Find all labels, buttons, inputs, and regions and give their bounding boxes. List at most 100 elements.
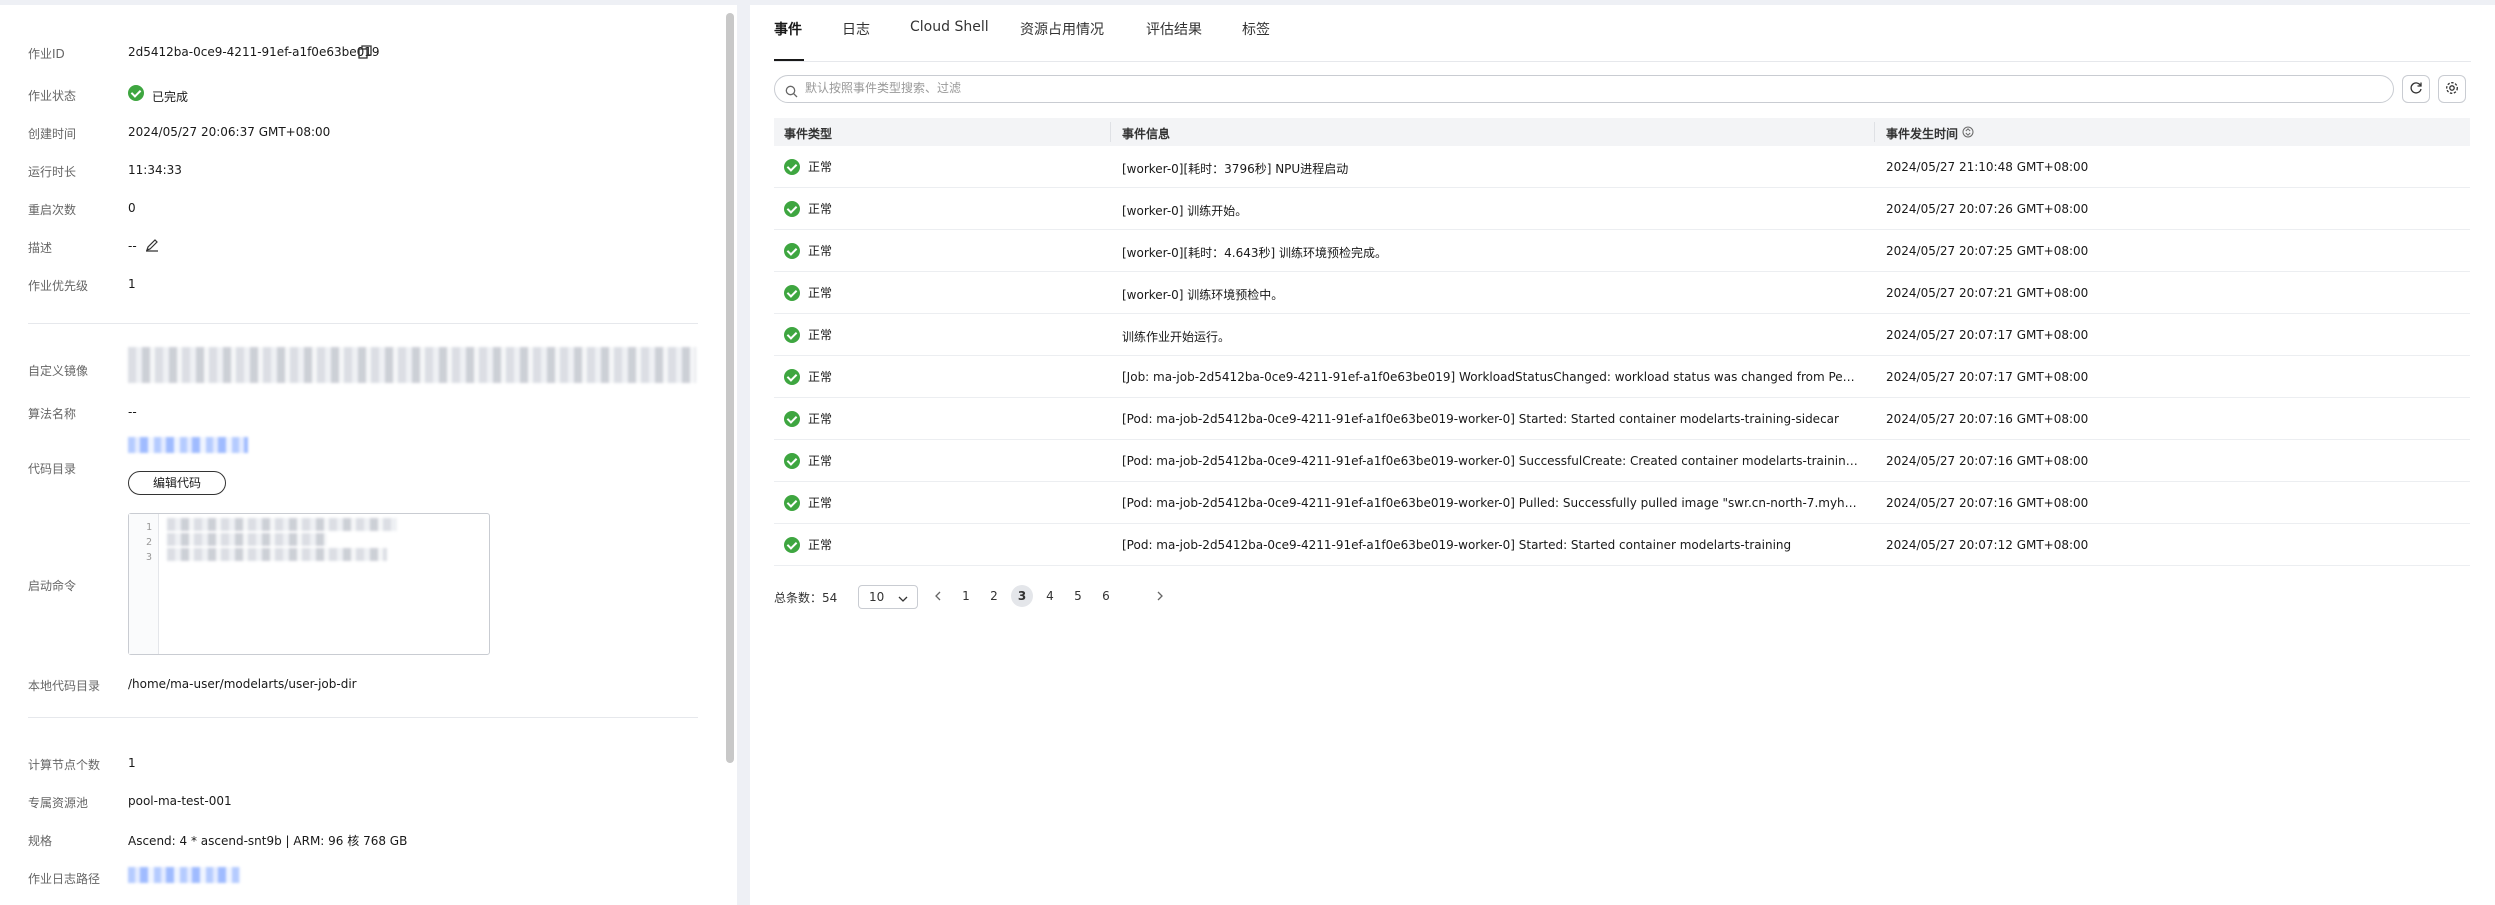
event-info-cell: [worker-0] 训练开始。 [1122,204,1248,218]
table-row[interactable]: 正常 [Job: ma-job-2d5412ba-0ce9-4211-91ef-a… [774,356,2470,398]
check-circle-icon [784,326,800,343]
header-event-type: 事件类型 [784,127,833,141]
table-row[interactable]: 正常 [worker-0] 训练开始。 2024/05/27 20:07:26 GM… [774,188,2470,230]
local-code-value: /home/ma-user/modelarts/user-job-dir [128,677,357,691]
event-search-box[interactable] [774,75,2394,103]
event-info-cell: [worker-0] 训练环境预检中。 [1122,288,1284,302]
table-row[interactable]: 正常 训练作业开始运行。 2024/05/27 20:07:17 GMT+08:00 [774,314,2470,356]
line-number: 3 [145,552,152,563]
spec-value: Ascend: 4 * ascend-snt9b | ARM: 96 核 768… [128,834,408,848]
job-id-value: 2d5412ba-0ce9-4211-91ef-a1f0e63be019 [128,45,380,59]
event-type-text: 正常 [808,328,833,342]
section-divider [28,717,698,718]
table-row[interactable]: 正常 [Pod: ma-job-2d5412ba-0ce9-4211-91ef-a… [774,524,2470,566]
chevron-right-icon[interactable] [1154,590,1166,605]
left-panel-scrollbar[interactable] [726,13,734,763]
event-type-cell: 正常 [784,326,832,343]
refresh-button[interactable] [2402,75,2430,103]
event-time-cell: 2024/05/27 20:07:17 GMT+08:00 [1886,370,2089,384]
event-time-cell: 2024/05/27 20:07:26 GMT+08:00 [1886,202,2089,216]
event-info-cell: [Pod: ma-job-2d5412ba-0ce9-4211-91ef-a1f… [1122,454,1862,468]
page-size-value: 10 [869,590,885,604]
edit-icon[interactable] [145,237,159,252]
event-type-text: 正常 [808,496,833,510]
event-type-text: 正常 [808,538,833,552]
page-6-button[interactable]: 6 [1095,585,1117,607]
page-size-select[interactable]: 10 [858,585,918,609]
tab-resource-usage[interactable]: 资源占用情况 [1020,19,1104,39]
search-input[interactable] [805,81,2305,95]
settings-button[interactable] [2438,75,2466,103]
code-line-redacted [167,518,397,531]
tab-events[interactable]: 事件 [774,19,802,39]
algorithm-label: 算法名称 [28,407,77,421]
event-type-cell: 正常 [784,494,832,511]
page-5-button[interactable]: 5 [1067,585,1089,607]
page-1-button[interactable]: 1 [955,585,977,607]
column-divider [1874,122,1875,142]
event-info-cell: [worker-0][耗时：3796秒] NPU进程启动 [1122,162,1349,176]
check-circle-icon [784,536,800,553]
log-path-label: 作业日志路径 [28,872,101,886]
chevron-left-icon[interactable] [932,590,944,605]
check-circle-icon [784,200,800,217]
check-circle-icon [784,452,800,469]
table-row[interactable]: 正常 [Pod: ma-job-2d5412ba-0ce9-4211-91ef-a… [774,440,2470,482]
code-line-redacted [167,548,387,561]
description-value: -- [128,239,137,253]
event-info-cell: [Pod: ma-job-2d5412ba-0ce9-4211-91ef-a1f… [1122,538,1792,552]
sort-icon[interactable] [1962,126,1974,141]
column-divider [1110,122,1111,142]
code-line-redacted [167,533,327,546]
event-info-cell: [Job: ma-job-2d5412ba-0ce9-4211-91ef-a1f… [1122,370,1862,384]
settings-icon [2445,80,2459,99]
page-4-button[interactable]: 4 [1039,585,1061,607]
copy-icon[interactable] [358,44,372,59]
event-type-cell: 正常 [784,536,832,553]
page-3-button[interactable]: 3 [1011,585,1033,607]
event-type-cell: 正常 [784,200,832,217]
event-info-cell: [Pod: ma-job-2d5412ba-0ce9-4211-91ef-a1f… [1122,496,1862,510]
table-row[interactable]: 正常 [worker-0][耗时：3796秒] NPU进程启动 2024/05/27… [774,146,2470,188]
event-type-text: 正常 [808,370,833,384]
tabs-divider [774,61,2471,62]
tab-evaluation[interactable]: 评估结果 [1146,19,1202,39]
table-row[interactable]: 正常 [worker-0][耗时：4.643秒] 训练环境预检完成。 2024/05… [774,230,2470,272]
header-event-time[interactable]: 事件发生时间 [1886,125,1958,142]
page-2-button[interactable]: 2 [983,585,1005,607]
local-code-label: 本地代码目录 [28,679,101,693]
search-icon [785,83,798,102]
image-value-redacted [128,347,696,383]
event-time-cell: 2024/05/27 20:07:21 GMT+08:00 [1886,286,2089,300]
image-label: 自定义镜像 [28,364,89,378]
event-type-text: 正常 [808,412,833,426]
events-panel: 事件 日志 Cloud Shell 资源占用情况 评估结果 标签 事件类型 事件… [750,5,2495,905]
check-circle-icon [128,85,144,101]
table-row[interactable]: 正常 [Pod: ma-job-2d5412ba-0ce9-4211-91ef-a… [774,482,2470,524]
event-time-cell: 2024/05/27 20:07:16 GMT+08:00 [1886,496,2089,510]
code-dir-link-redacted[interactable] [128,437,248,453]
tab-cloud-shell[interactable]: Cloud Shell [910,19,989,35]
check-circle-icon [784,410,800,427]
check-circle-icon [784,494,800,511]
event-info-cell: [Pod: ma-job-2d5412ba-0ce9-4211-91ef-a1f… [1122,412,1839,426]
pool-value: pool-ma-test-001 [128,794,232,808]
log-path-link-redacted[interactable] [128,867,240,883]
status-value: 已完成 [152,90,189,104]
line-number: 1 [145,522,152,533]
refresh-icon [2409,80,2423,99]
event-time-cell: 2024/05/27 21:10:48 GMT+08:00 [1886,160,2089,174]
table-row[interactable]: 正常 [Pod: ma-job-2d5412ba-0ce9-4211-91ef-a… [774,398,2470,440]
event-info-cell: 训练作业开始运行。 [1122,330,1231,344]
event-type-text: 正常 [808,244,833,258]
tab-tags[interactable]: 标签 [1242,19,1270,39]
job-id-label: 作业ID [28,47,65,61]
table-row[interactable]: 正常 [worker-0] 训练环境预检中。 2024/05/27 20:07:21… [774,272,2470,314]
event-type-cell: 正常 [784,284,832,301]
nodes-value: 1 [128,756,136,770]
description-label: 描述 [28,241,53,255]
tab-logs[interactable]: 日志 [842,19,870,39]
restarts-value: 0 [128,201,136,215]
start-command-editor[interactable]: 1 2 3 [128,513,490,655]
edit-code-button[interactable]: 编辑代码 [128,471,226,495]
